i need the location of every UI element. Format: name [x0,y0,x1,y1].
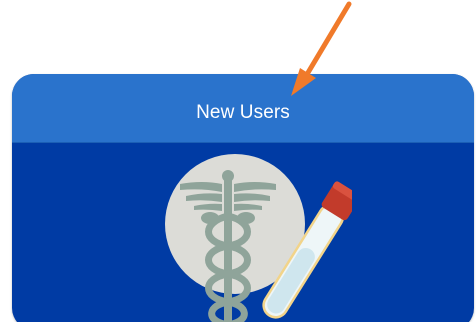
new-users-tile[interactable]: New Users [12,74,474,322]
tile-header: New Users [12,74,474,143]
tile-body [12,143,474,322]
screenshot-stage: New Users [0,0,476,322]
tile-title: New Users [196,102,290,123]
caduceus-test-tube-icon [165,154,352,322]
